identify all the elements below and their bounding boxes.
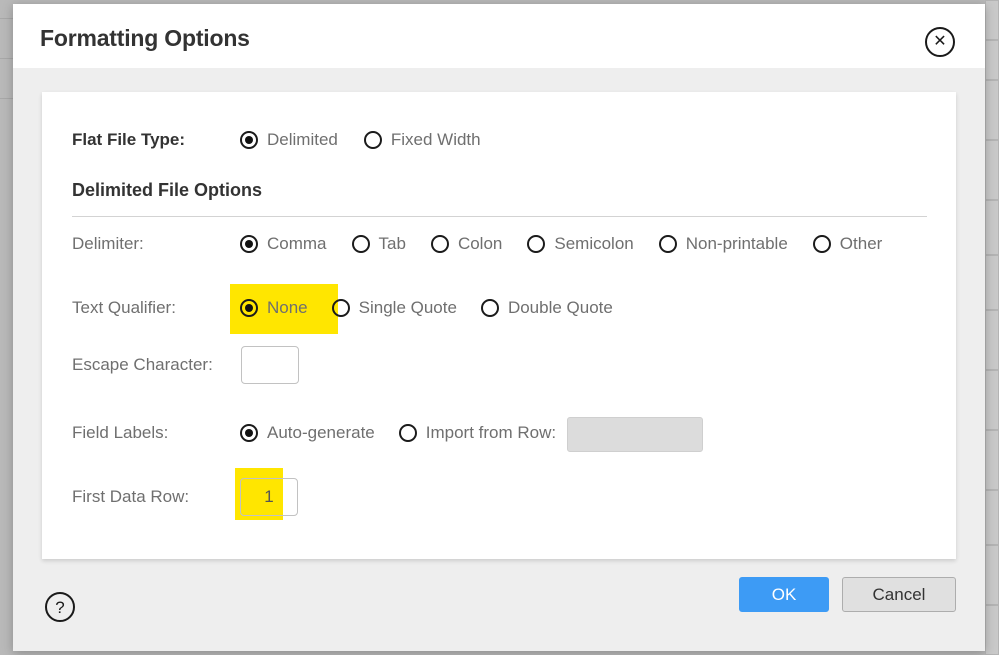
delimited-file-options-heading: Delimited File Options — [72, 180, 263, 200]
radio-mark-icon — [240, 299, 258, 317]
flat-file-type-options: Delimited Fixed Width — [240, 120, 481, 160]
radio-label: None — [267, 298, 308, 317]
radio-text-qualifier-none[interactable]: None — [240, 298, 308, 318]
background-cell — [985, 80, 999, 140]
row-flat-file-type: Flat File Type: Delimited Fixed Width — [42, 120, 956, 160]
radio-mark-icon — [527, 235, 546, 253]
radio-delimiter-colon[interactable]: Colon — [430, 234, 503, 254]
background-cell — [985, 545, 999, 605]
radio-text-qualifier-single-quote[interactable]: Single Quote — [331, 298, 457, 318]
radio-field-labels-import-from-row[interactable]: Import from Row: — [398, 423, 557, 443]
radio-mark-icon — [240, 424, 258, 442]
section-divider — [72, 216, 927, 217]
background-cell — [985, 140, 999, 200]
radio-mark-icon — [240, 131, 258, 149]
radio-flat-file-type-delimited[interactable]: Delimited — [240, 130, 338, 150]
radio-label: Comma — [267, 234, 327, 253]
radio-label: Fixed Width — [390, 130, 481, 149]
cancel-button[interactable]: Cancel — [842, 577, 956, 612]
ok-button[interactable]: OK — [739, 577, 829, 612]
radio-delimiter-other[interactable]: Other — [812, 234, 883, 254]
background-cell — [985, 40, 999, 80]
background-cell — [985, 605, 999, 655]
radio-mark-icon — [812, 235, 831, 253]
import-from-row-input[interactable] — [567, 417, 703, 452]
radio-label: Double Quote — [507, 298, 613, 317]
radio-mark-icon — [351, 235, 370, 253]
formatting-options-dialog: Formatting Options ✕ Flat File Type: Del… — [13, 4, 985, 651]
row-escape-character: Escape Character: — [42, 340, 956, 390]
question-circle-icon[interactable]: ? — [45, 592, 75, 622]
dialog-titlebar: Formatting Options ✕ — [13, 4, 985, 68]
radio-flat-file-type-fixed-width[interactable]: Fixed Width — [363, 130, 481, 150]
radio-delimiter-semicolon[interactable]: Semicolon — [527, 234, 634, 254]
radio-text-qualifier-double-quote[interactable]: Double Quote — [480, 298, 613, 318]
delimiter-options: Comma Tab Colon Semicolon Non-printable — [240, 224, 882, 264]
radio-label: Delimited — [267, 130, 338, 149]
background-cell — [985, 200, 999, 255]
radio-label: Semicolon — [554, 234, 634, 253]
text-qualifier-label: Text Qualifier: — [72, 298, 176, 317]
background-cell — [985, 490, 999, 545]
background-cell — [985, 430, 999, 490]
radio-mark-icon — [398, 424, 417, 442]
background-cell — [985, 310, 999, 370]
close-icon[interactable]: ✕ — [925, 27, 955, 57]
radio-label: Other — [839, 234, 883, 253]
help-glyph: ? — [55, 597, 65, 617]
radio-mark-icon — [430, 235, 449, 253]
radio-label: Import from Row: — [425, 423, 557, 442]
page-title: Formatting Options — [40, 25, 250, 51]
radio-mark-icon — [240, 235, 258, 253]
radio-mark-icon — [480, 299, 499, 317]
delimiter-label: Delimiter: — [72, 234, 144, 253]
background-cell — [985, 370, 999, 430]
radio-delimiter-tab[interactable]: Tab — [351, 234, 406, 254]
radio-mark-icon — [363, 131, 382, 149]
escape-character-input[interactable] — [241, 346, 299, 384]
row-field-labels: Field Labels: Auto-generate Import from … — [42, 413, 956, 453]
form-card: Flat File Type: Delimited Fixed Width De… — [42, 92, 956, 559]
radio-label: Colon — [457, 234, 503, 253]
radio-label: Tab — [378, 234, 406, 253]
row-first-data-row: First Data Row: — [42, 468, 956, 522]
flat-file-type-label: Flat File Type: — [72, 130, 186, 149]
field-labels-options: Auto-generate Import from Row: — [240, 413, 556, 453]
background-cell — [985, 255, 999, 310]
radio-mark-icon — [331, 299, 350, 317]
radio-field-labels-auto-generate[interactable]: Auto-generate — [240, 423, 375, 443]
first-data-row-label: First Data Row: — [72, 487, 190, 506]
row-delimiter: Delimiter: Comma Tab Colon Semicolon Non… — [42, 224, 956, 264]
close-glyph: ✕ — [933, 33, 947, 50]
field-labels-label: Field Labels: — [72, 423, 169, 442]
background-table-column — [985, 0, 999, 655]
radio-delimiter-non-printable[interactable]: Non-printable — [658, 234, 788, 254]
row-text-qualifier: Text Qualifier: None Single Quote Double… — [42, 284, 956, 334]
radio-delimiter-comma[interactable]: Comma — [240, 234, 327, 254]
radio-label: Auto-generate — [267, 423, 375, 442]
first-data-row-input[interactable] — [240, 478, 298, 516]
radio-mark-icon — [658, 235, 677, 253]
radio-label: Single Quote — [358, 298, 457, 317]
radio-label: Non-printable — [685, 234, 788, 253]
escape-character-label: Escape Character: — [72, 355, 213, 374]
background-cell — [985, 0, 999, 40]
